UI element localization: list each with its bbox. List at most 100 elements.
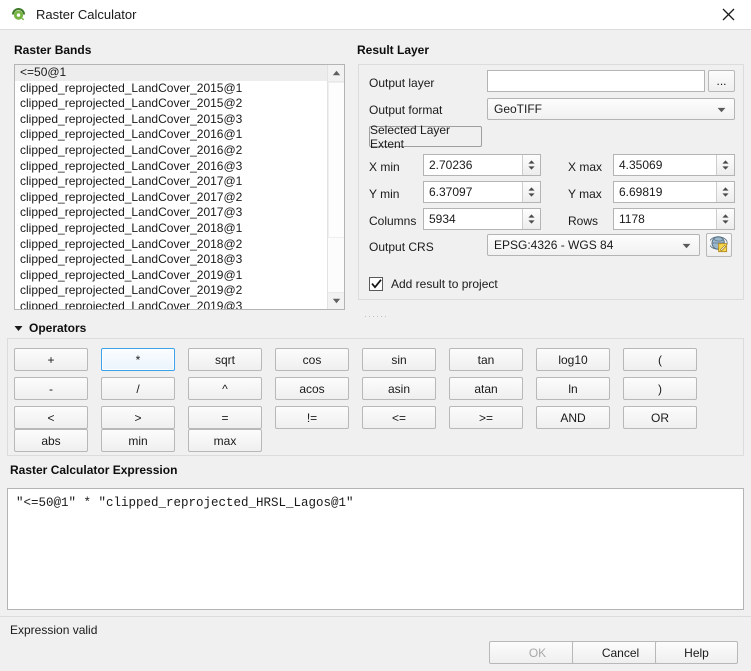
- operator-button-min[interactable]: min: [101, 429, 175, 452]
- output-crs-label: Output CRS: [369, 240, 434, 254]
- operator-button-acos[interactable]: acos: [275, 377, 349, 400]
- selected-layer-extent-button[interactable]: Selected Layer Extent: [369, 123, 482, 151]
- y-max-value: 6.69819: [619, 185, 663, 199]
- raster-band-item[interactable]: clipped_reprojected_LandCover_2017@1: [15, 174, 328, 190]
- rows-label: Rows: [568, 214, 599, 228]
- panel-splitter-handle[interactable]: [0, 312, 751, 320]
- y-min-spinbox[interactable]: 6.37097: [423, 181, 541, 203]
- output-format-value: GeoTIFF: [494, 102, 543, 116]
- raster-band-item[interactable]: clipped_reprojected_LandCover_2019@3: [15, 299, 328, 309]
- scroll-down-icon[interactable]: [328, 292, 344, 309]
- raster-band-item[interactable]: clipped_reprojected_LandCover_2016@1: [15, 127, 328, 143]
- output-format-label: Output format: [369, 103, 443, 117]
- operator-button-open-paren[interactable]: (: [623, 348, 697, 371]
- raster-band-item[interactable]: clipped_reprojected_LandCover_2015@3: [15, 112, 328, 128]
- columns-label: Columns: [369, 214, 417, 228]
- operator-button-plus[interactable]: +: [14, 348, 88, 371]
- y-max-spinbox[interactable]: 6.69819: [613, 181, 735, 203]
- expression-group-label: Raster Calculator Expression: [10, 463, 178, 477]
- splitter-grip-icon: [365, 315, 386, 317]
- spinner-arrows-icon[interactable]: [522, 182, 540, 202]
- operator-button-sqrt[interactable]: sqrt: [188, 348, 262, 371]
- operator-button-or[interactable]: OR: [623, 406, 697, 429]
- y-min-label: Y min: [369, 187, 400, 201]
- operators-section-header[interactable]: Operators: [14, 321, 86, 335]
- browse-output-layer-button[interactable]: ...: [708, 70, 735, 92]
- raster-band-item[interactable]: <=50@1: [15, 65, 328, 81]
- operator-button-ln[interactable]: ln: [536, 377, 610, 400]
- spinner-arrows-icon[interactable]: [522, 155, 540, 175]
- qgis-logo-icon: [10, 6, 27, 23]
- rows-value: 1178: [619, 212, 645, 226]
- window-title: Raster Calculator: [36, 7, 137, 22]
- output-layer-input[interactable]: [487, 70, 705, 92]
- operator-button-eq[interactable]: =: [188, 406, 262, 429]
- raster-bands-list[interactable]: <=50@1 clipped_reprojected_LandCover_2015…: [14, 64, 345, 310]
- close-icon[interactable]: [705, 0, 751, 29]
- x-max-value: 4.35069: [619, 158, 663, 172]
- spinner-arrows-icon[interactable]: [716, 209, 734, 229]
- window-titlebar: Raster Calculator: [0, 0, 751, 30]
- operator-button-multiply[interactable]: *: [101, 348, 175, 371]
- x-max-spinbox[interactable]: 4.35069: [613, 154, 735, 176]
- operator-button-gt[interactable]: >: [101, 406, 175, 429]
- columns-spinbox[interactable]: 5934: [423, 208, 541, 230]
- operators-group-label: Operators: [29, 321, 87, 335]
- raster-band-item[interactable]: clipped_reprojected_LandCover_2017@3: [15, 205, 328, 221]
- raster-band-item[interactable]: clipped_reprojected_LandCover_2015@2: [15, 96, 328, 112]
- x-min-spinbox[interactable]: 2.70236: [423, 154, 541, 176]
- operator-button-cos[interactable]: cos: [275, 348, 349, 371]
- output-format-select[interactable]: GeoTIFF: [487, 98, 735, 120]
- rows-spinbox[interactable]: 1178: [613, 208, 735, 230]
- operator-button-lt[interactable]: <: [14, 406, 88, 429]
- operator-button-and[interactable]: AND: [536, 406, 610, 429]
- output-crs-value: EPSG:4326 - WGS 84: [494, 238, 614, 252]
- scroll-up-icon[interactable]: [328, 65, 344, 82]
- globe-edit-icon: [708, 235, 728, 256]
- chevron-down-icon: [717, 102, 726, 116]
- scrollbar-thumb[interactable]: [328, 82, 344, 238]
- raster-band-item[interactable]: clipped_reprojected_LandCover_2018@3: [15, 252, 328, 268]
- operator-button-close-paren[interactable]: ): [623, 377, 697, 400]
- operator-button-asin[interactable]: asin: [362, 377, 436, 400]
- x-min-value: 2.70236: [429, 158, 473, 172]
- raster-band-item[interactable]: clipped_reprojected_LandCover_2016@3: [15, 159, 328, 175]
- operator-button-tan[interactable]: tan: [449, 348, 523, 371]
- operator-button-power[interactable]: ^: [188, 377, 262, 400]
- operator-button-max[interactable]: max: [188, 429, 262, 452]
- operator-button-divide[interactable]: /: [101, 377, 175, 400]
- raster-bands-group-label: Raster Bands: [14, 43, 92, 57]
- y-min-value: 6.37097: [429, 185, 473, 199]
- raster-band-item[interactable]: clipped_reprojected_LandCover_2019@2: [15, 283, 328, 299]
- help-button[interactable]: Help: [655, 641, 738, 664]
- raster-bands-scrollbar[interactable]: [327, 65, 344, 309]
- collapse-triangle-icon: [14, 321, 23, 335]
- chevron-down-icon: [682, 238, 691, 252]
- raster-bands-list-items[interactable]: <=50@1 clipped_reprojected_LandCover_2015…: [15, 65, 328, 309]
- raster-band-item[interactable]: clipped_reprojected_LandCover_2018@2: [15, 237, 328, 253]
- operator-button-lteq[interactable]: <=: [362, 406, 436, 429]
- operator-button-noteq[interactable]: !=: [275, 406, 349, 429]
- spinner-arrows-icon[interactable]: [716, 182, 734, 202]
- checkbox-checked-icon: [369, 277, 383, 291]
- operator-button-gteq[interactable]: >=: [449, 406, 523, 429]
- raster-band-item[interactable]: clipped_reprojected_LandCover_2019@1: [15, 268, 328, 284]
- operator-button-atan[interactable]: atan: [449, 377, 523, 400]
- output-layer-label: Output layer: [369, 76, 435, 90]
- raster-band-item[interactable]: clipped_reprojected_LandCover_2017@2: [15, 190, 328, 206]
- operator-button-sin[interactable]: sin: [362, 348, 436, 371]
- operator-button-abs[interactable]: abs: [14, 429, 88, 452]
- operator-button-minus[interactable]: -: [14, 377, 88, 400]
- bottom-separator: [0, 616, 751, 617]
- raster-calculator-expression-input[interactable]: "<=50@1" * "clipped_reprojected_HRSL_Lag…: [7, 488, 744, 610]
- operator-button-log10[interactable]: log10: [536, 348, 610, 371]
- raster-band-item[interactable]: clipped_reprojected_LandCover_2016@2: [15, 143, 328, 159]
- add-result-to-project-checkbox[interactable]: Add result to project: [369, 277, 498, 291]
- spinner-arrows-icon[interactable]: [522, 209, 540, 229]
- spinner-arrows-icon[interactable]: [716, 155, 734, 175]
- x-min-label: X min: [369, 160, 400, 174]
- raster-band-item[interactable]: clipped_reprojected_LandCover_2015@1: [15, 81, 328, 97]
- raster-band-item[interactable]: clipped_reprojected_LandCover_2018@1: [15, 221, 328, 237]
- output-crs-select[interactable]: EPSG:4326 - WGS 84: [487, 234, 700, 256]
- select-crs-button[interactable]: [706, 233, 732, 257]
